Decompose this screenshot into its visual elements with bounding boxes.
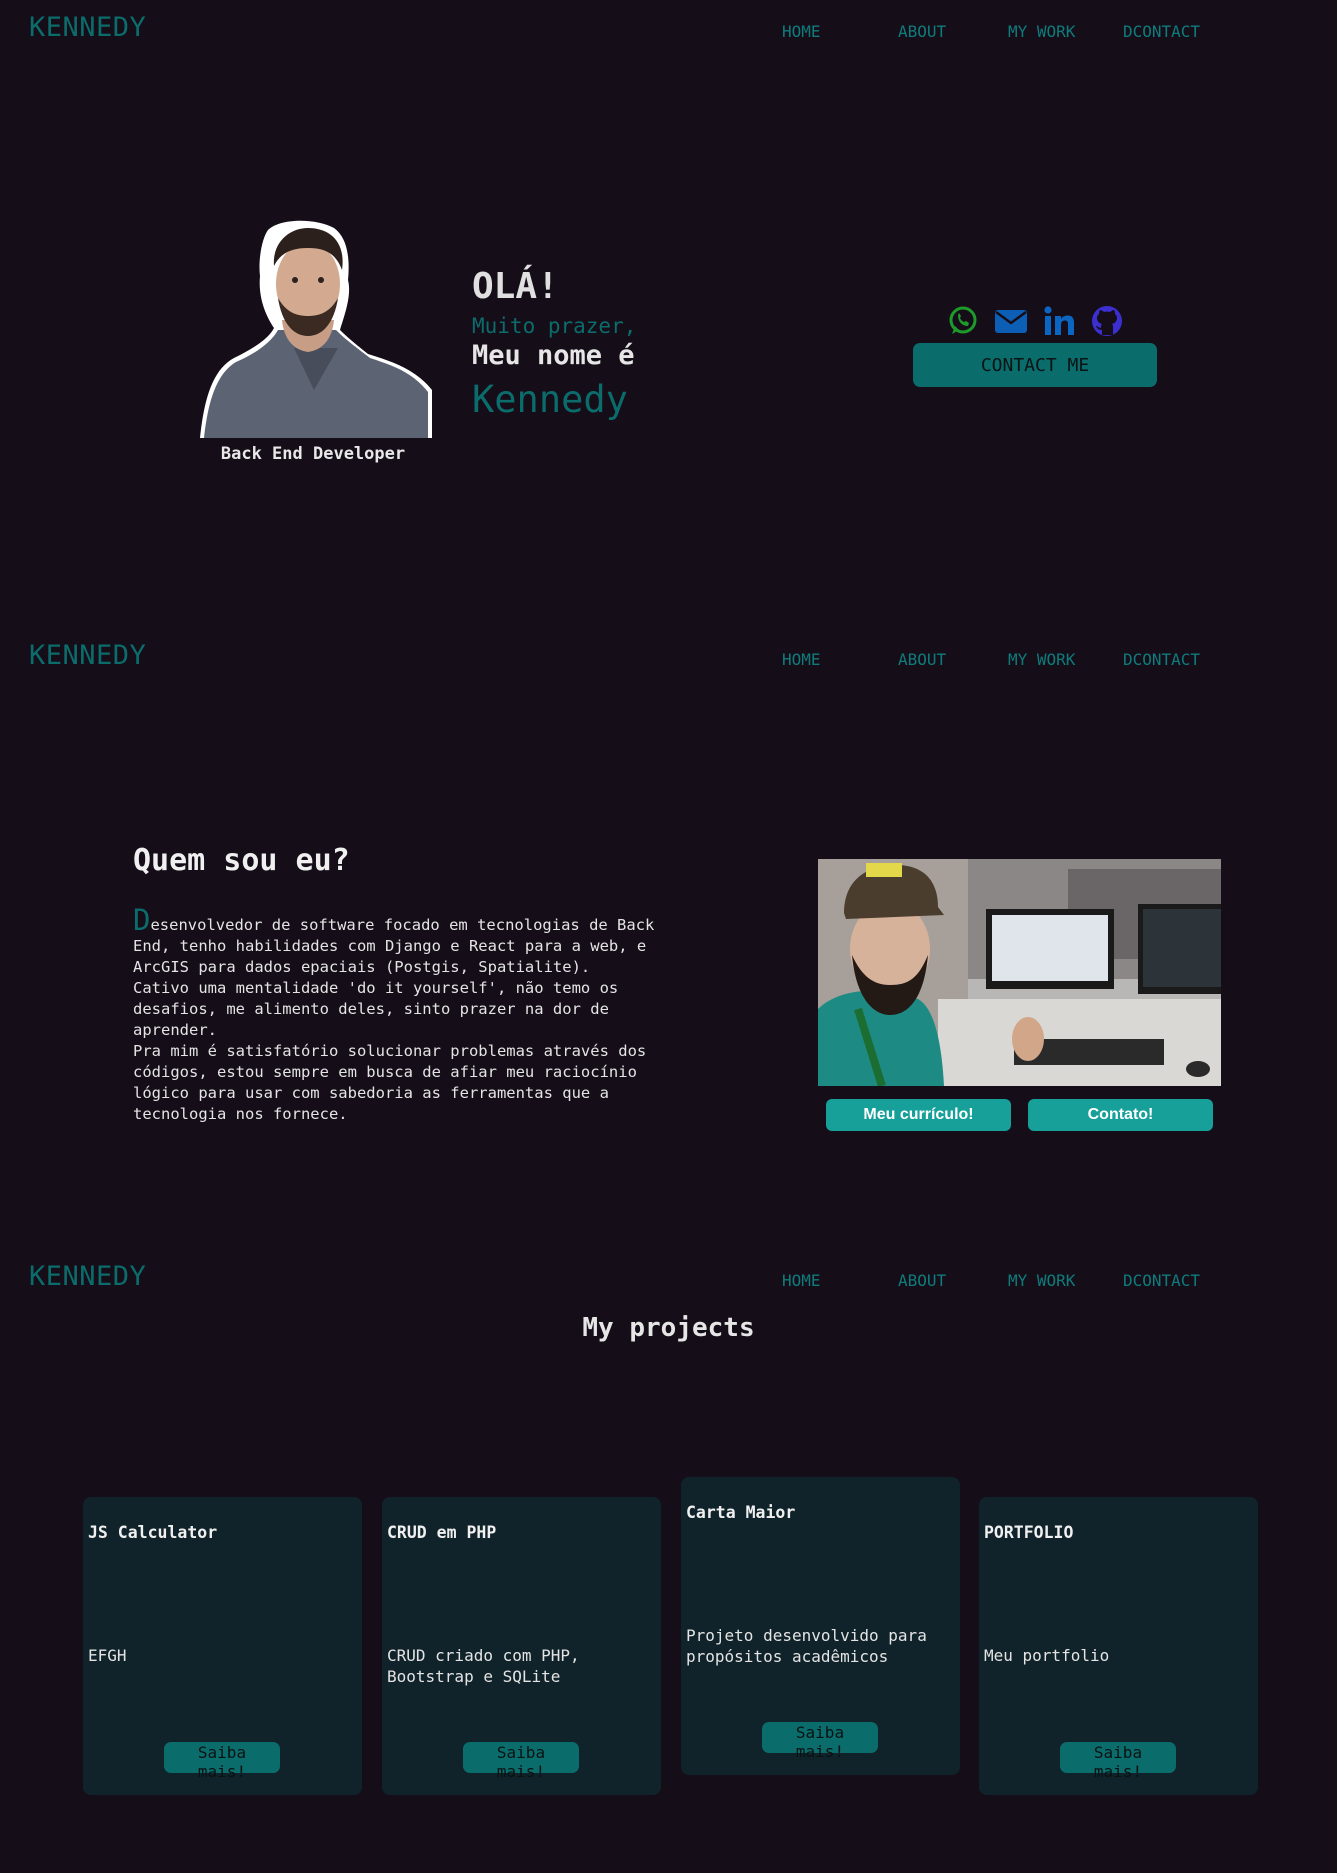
project-description: Meu portfolio: [984, 1646, 1110, 1665]
project-description: Projeto desenvolvido para propósitos aca…: [686, 1626, 927, 1666]
about-photo: [818, 859, 1221, 1086]
about-paragraph-3: Pra mim é satisfatório solucionar proble…: [133, 1042, 647, 1123]
contact-button[interactable]: Contato!: [1028, 1099, 1213, 1131]
brand-logo[interactable]: KENNEDY: [29, 1261, 146, 1292]
profile-photo: [200, 220, 432, 438]
saiba-mais-button[interactable]: Saiba mais!: [762, 1722, 878, 1761]
whatsapp-icon[interactable]: [946, 304, 980, 338]
cv-button[interactable]: Meu currículo!: [826, 1099, 1011, 1131]
saiba-mais-button[interactable]: Saiba mais!: [1060, 1742, 1176, 1781]
brand-logo[interactable]: KENNEDY: [29, 640, 146, 671]
saiba-mais-button[interactable]: Saiba mais!: [164, 1742, 280, 1781]
about-text: Desenvolvedor de software focado em tecn…: [133, 906, 693, 1125]
about-paragraph-1: Desenvolvedor de software focado em tecn…: [133, 906, 693, 978]
project-card-portfolio: PORTFOLIO Meu portfolio Saiba mais!: [979, 1497, 1258, 1795]
saiba-mais-button[interactable]: Saiba mais!: [463, 1742, 579, 1781]
project-title: PORTFOLIO: [984, 1523, 1074, 1542]
hero-subtitle: Muito prazer,: [472, 314, 637, 338]
nav-contact[interactable]: DCONTACT: [1123, 1271, 1200, 1290]
github-icon[interactable]: [1090, 304, 1124, 338]
role-caption: Back End Developer: [220, 444, 406, 464]
drop-cap: D: [133, 903, 151, 937]
nav-about[interactable]: ABOUT: [898, 650, 946, 669]
hero-greeting: OLÁ!: [472, 266, 559, 307]
nav-contact[interactable]: DCONTACT: [1123, 22, 1200, 41]
nav-my-work[interactable]: MY WORK: [1008, 1271, 1075, 1290]
nav-home[interactable]: HOME: [782, 1271, 821, 1290]
project-title: JS Calculator: [88, 1523, 218, 1542]
nav-home[interactable]: HOME: [782, 650, 821, 669]
linkedin-icon[interactable]: [1042, 304, 1076, 338]
project-card-js-calculator: JS Calculator EFGH Saiba mais!: [83, 1497, 362, 1795]
about-title: Quem sou eu?: [133, 843, 350, 878]
hero-name: Kennedy: [472, 378, 628, 421]
project-description: CRUD criado com PHP, Bootstrap e SQLite: [387, 1646, 580, 1686]
nav-my-work[interactable]: MY WORK: [1008, 22, 1075, 41]
navbar-projects: KENNEDY HOME ABOUT MY WORK DCONTACT: [0, 1249, 1337, 1311]
about-paragraph-1-text: esenvolvedor de software focado em tecno…: [133, 916, 655, 976]
projects-title: My projects: [582, 1313, 755, 1343]
about-paragraph-2: Cativo uma mentalidade 'do it yourself',…: [133, 979, 619, 1039]
contact-me-button[interactable]: CONTACT ME: [913, 343, 1157, 387]
nav-about[interactable]: ABOUT: [898, 22, 946, 41]
project-card-crud-php: CRUD em PHP CRUD criado com PHP, Bootstr…: [382, 1497, 661, 1795]
envelope-icon[interactable]: [994, 304, 1028, 338]
navbar-hero: KENNEDY HOME ABOUT MY WORK DCONTACT: [0, 0, 1337, 62]
project-card-carta-maior[interactable]: Carta Maior Projeto desenvolvido para pr…: [681, 1477, 960, 1775]
hero-intro: Meu nome é: [472, 340, 635, 371]
nav-about[interactable]: ABOUT: [898, 1271, 946, 1290]
nav-home[interactable]: HOME: [782, 22, 821, 41]
navbar-about: KENNEDY HOME ABOUT MY WORK DCONTACT: [0, 628, 1337, 690]
nav-my-work[interactable]: MY WORK: [1008, 650, 1075, 669]
project-title: Carta Maior: [686, 1503, 796, 1522]
brand-logo[interactable]: KENNEDY: [29, 12, 146, 43]
nav-contact[interactable]: DCONTACT: [1123, 650, 1200, 669]
project-title: CRUD em PHP: [387, 1523, 497, 1542]
project-description: EFGH: [88, 1646, 127, 1665]
